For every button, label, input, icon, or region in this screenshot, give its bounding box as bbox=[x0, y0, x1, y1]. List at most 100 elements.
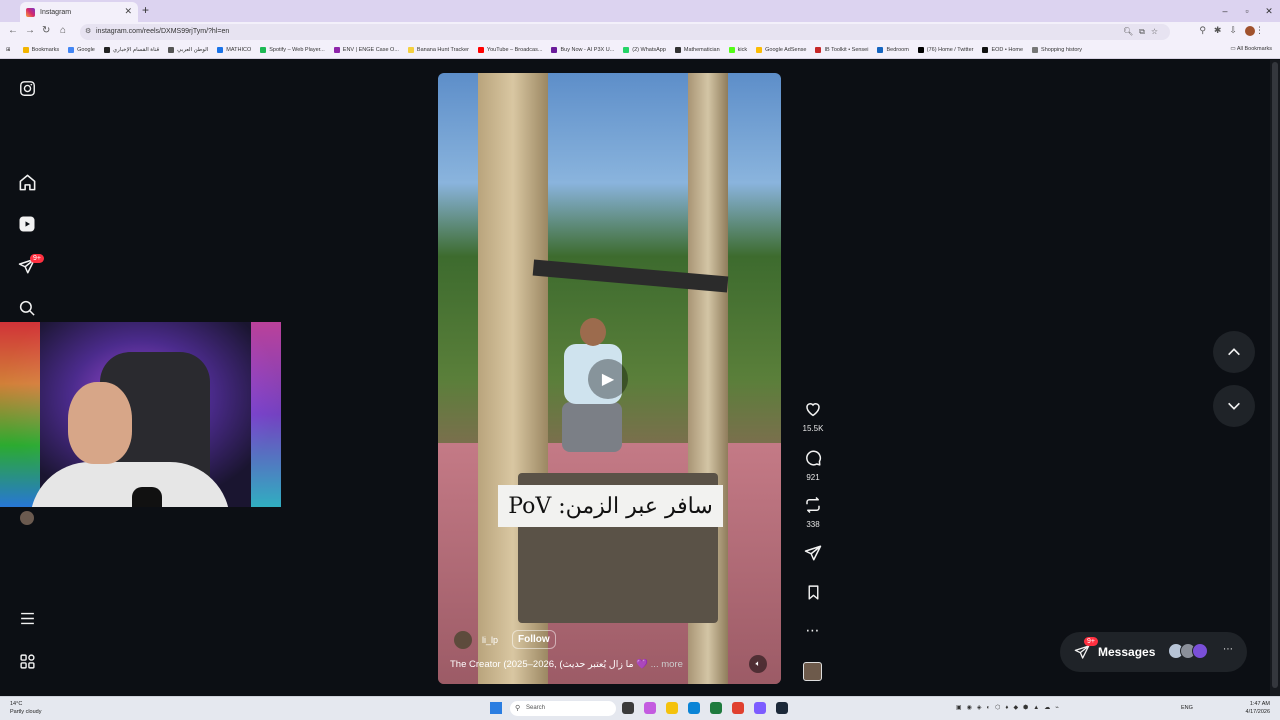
bookmark-star-icon[interactable]: ☆ bbox=[1151, 27, 1164, 36]
browser-tab[interactable]: Instagram ✕ bbox=[20, 2, 138, 22]
url-text: instagram.com/reels/DXMS99rjTym/?hl=en bbox=[96, 28, 230, 35]
close-tab-icon[interactable]: ✕ bbox=[124, 6, 132, 17]
minimize-button[interactable]: – bbox=[1214, 0, 1236, 22]
like-action[interactable]: 15.5K bbox=[800, 400, 826, 433]
bookmark-item[interactable]: ENV | ENGE Case O... bbox=[333, 47, 399, 53]
more-menu-icon[interactable] bbox=[16, 607, 38, 629]
address-bar[interactable]: ⚙ instagram.com/reels/DXMS99rjTym/?hl=en… bbox=[80, 24, 1170, 40]
play-icon[interactable]: ▶ bbox=[588, 359, 628, 399]
bookmark-item[interactable]: Spotify – Web Player... bbox=[260, 47, 325, 53]
maximize-button[interactable]: ▫ bbox=[1236, 0, 1258, 22]
author-username[interactable]: li_lp bbox=[482, 635, 498, 645]
bookmark-item[interactable]: kick bbox=[728, 47, 747, 53]
comment-count: 921 bbox=[806, 473, 820, 482]
bookmark-item[interactable]: YouTube – Broadcas... bbox=[477, 47, 542, 53]
bookmark-item[interactable]: Google AdSense bbox=[756, 47, 806, 53]
home-nav-icon[interactable] bbox=[16, 171, 38, 193]
copilot-icon[interactable] bbox=[644, 702, 656, 714]
share-icon bbox=[804, 545, 822, 561]
bookmark-item[interactable]: Banana Hunt Tracker bbox=[407, 47, 469, 53]
bookmark-item[interactable]: Shopping history bbox=[1032, 47, 1082, 53]
weather-temp: 14°C bbox=[10, 701, 23, 707]
bookmark-item[interactable]: الوطن العربي bbox=[168, 47, 208, 53]
clock-date: 4/17/2026 bbox=[1245, 709, 1270, 715]
taskbar-search[interactable]: ⚲ Search bbox=[510, 701, 616, 716]
steam-icon[interactable] bbox=[776, 702, 788, 714]
messages-more-icon[interactable]: ⋯ bbox=[1223, 644, 1233, 655]
direct-message-icon bbox=[1074, 645, 1090, 659]
bookmark-item[interactable]: IB Toolkit • Sensei bbox=[815, 47, 868, 53]
scrollbar-thumb[interactable] bbox=[1272, 62, 1278, 688]
menu-icon[interactable]: ⋮ bbox=[1255, 25, 1272, 35]
streamer-head bbox=[68, 382, 132, 464]
bookmark-item[interactable]: Mathematician bbox=[674, 47, 720, 53]
reel-video[interactable]: ▶ سافر عبر الزمن: PoV li_lp Follow The C… bbox=[438, 73, 781, 684]
bookmark-item[interactable]: MATHICO bbox=[217, 47, 251, 53]
weather-desc: Partly cloudy bbox=[10, 709, 42, 715]
taskbar-apps bbox=[622, 702, 798, 714]
reels-nav-icon[interactable] bbox=[16, 213, 38, 235]
bookmark-item[interactable]: قناة القسام الإخباري bbox=[103, 47, 159, 53]
profile-avatar-small[interactable] bbox=[20, 511, 34, 525]
share-action[interactable] bbox=[800, 544, 826, 567]
extensions-icon[interactable]: ✱ bbox=[1214, 25, 1230, 35]
comment-action[interactable]: 921 bbox=[800, 449, 826, 482]
clock-time: 1:47 AM bbox=[1249, 701, 1270, 707]
save-action[interactable] bbox=[800, 584, 826, 606]
also-from-meta-icon[interactable] bbox=[16, 650, 38, 672]
zoom-icon[interactable]: 🔍︎ bbox=[1123, 27, 1139, 36]
bookmark-item[interactable]: Bedroom bbox=[877, 47, 909, 53]
bookmark-item[interactable]: (76) Home / Twitter bbox=[917, 47, 973, 53]
forward-icon[interactable]: → bbox=[25, 25, 35, 36]
extension-icon[interactable]: ⚲ bbox=[1199, 25, 1214, 35]
install-icon[interactable]: ⧉ bbox=[1139, 27, 1151, 36]
bookmark-item[interactable]: EOD • Home bbox=[982, 47, 1023, 53]
browser-tab-bar: Instagram ✕ + – ▫ ✕ bbox=[0, 0, 1280, 22]
chrome-icon[interactable] bbox=[732, 702, 744, 714]
instagram-logo-icon[interactable] bbox=[16, 77, 38, 99]
edge-icon[interactable] bbox=[688, 702, 700, 714]
profile-avatar[interactable] bbox=[1245, 25, 1255, 36]
tab-title: Instagram bbox=[40, 8, 72, 16]
author-avatar[interactable] bbox=[454, 630, 472, 649]
site-info-icon[interactable]: ⚙ bbox=[85, 24, 91, 40]
repost-count: 338 bbox=[806, 520, 820, 529]
reload-icon[interactable]: ↻ bbox=[42, 25, 50, 36]
back-icon[interactable]: ← bbox=[8, 25, 18, 36]
apps-icon[interactable]: ⊞ bbox=[6, 47, 11, 53]
previous-reel-button[interactable] bbox=[1213, 331, 1255, 373]
next-reel-button[interactable] bbox=[1213, 385, 1255, 427]
messages-label: Messages bbox=[1098, 645, 1156, 659]
follow-button[interactable]: Follow bbox=[512, 630, 556, 649]
excel-icon[interactable] bbox=[710, 702, 722, 714]
all-bookmarks-button[interactable]: ▭ All Bookmarks bbox=[1230, 46, 1272, 52]
file-explorer-icon[interactable] bbox=[666, 702, 678, 714]
weather-widget[interactable]: 14°C Partly cloudy bbox=[10, 700, 42, 716]
microphone bbox=[132, 487, 162, 507]
start-icon[interactable] bbox=[490, 702, 502, 714]
downloads-icon[interactable]: ⇩ bbox=[1229, 25, 1245, 35]
system-tray-icons[interactable]: ▣◉◈◐⬡♦◆⬢▲☁⌁ bbox=[956, 704, 1064, 711]
bookmark-item[interactable]: Bookmarks bbox=[22, 47, 59, 53]
home-icon[interactable]: ⌂ bbox=[60, 25, 66, 36]
recent-contacts bbox=[1168, 643, 1208, 659]
mute-icon[interactable]: 🔈︎ bbox=[749, 655, 767, 673]
bookmark-item[interactable]: (2) WhatsApp bbox=[623, 47, 666, 53]
close-window-button[interactable]: ✕ bbox=[1258, 0, 1280, 22]
repost-action[interactable]: 338 bbox=[800, 496, 826, 529]
more-link[interactable]: ... more bbox=[651, 659, 683, 670]
bookmark-item[interactable]: Google bbox=[68, 47, 95, 53]
language-indicator[interactable]: ENG bbox=[1181, 705, 1193, 711]
clock[interactable]: 1:47 AM 4/17/2026 bbox=[1246, 700, 1270, 716]
heart-icon bbox=[806, 403, 820, 417]
search-nav-icon[interactable] bbox=[16, 297, 38, 319]
task-view-icon[interactable] bbox=[622, 702, 634, 714]
more-options-icon[interactable]: ⋯ bbox=[800, 622, 826, 639]
new-tab-button[interactable]: + bbox=[142, 3, 149, 17]
search-placeholder: Search bbox=[526, 705, 546, 711]
audio-thumbnail[interactable] bbox=[803, 662, 822, 681]
page-scrollbar[interactable] bbox=[1270, 60, 1280, 696]
messages-button[interactable]: 9+ Messages ⋯ bbox=[1060, 632, 1247, 672]
discord-icon[interactable] bbox=[754, 702, 766, 714]
bookmark-item[interactable]: Buy Now - AI P3X U... bbox=[551, 47, 614, 53]
